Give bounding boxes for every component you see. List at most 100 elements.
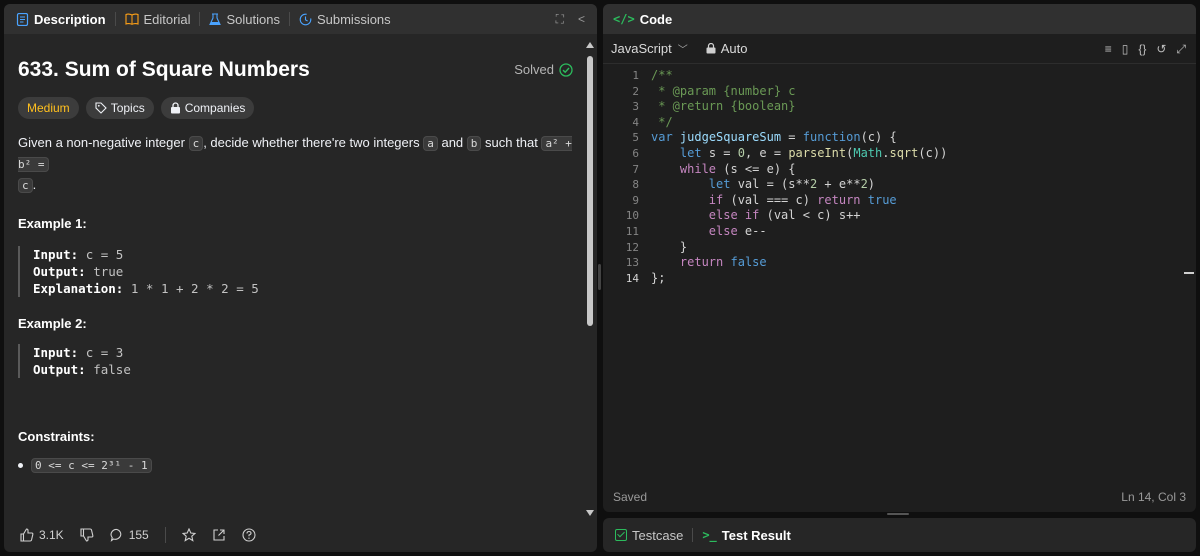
code-text: } [639,240,687,256]
scroll-up-arrow[interactable] [586,42,594,48]
line-number: 8 [632,178,639,192]
description-scrollbar[interactable] [586,40,594,518]
constraint-code: 0 <= c <= 2³¹ - 1 [31,458,152,473]
keyword: else [708,223,738,238]
example-1-block: Input: c = 5 Output: true Explanation: 1… [18,246,558,297]
panel-controls: ⛶ < [556,12,585,27]
code-line: 3 * @return {boolean} [603,99,1196,115]
keyword: var [651,130,673,145]
code-line: 7 while (s <= e) { [603,162,1196,178]
code-text: }; [651,270,666,285]
saved-status: Saved [613,490,648,504]
code-line: 14}; [603,271,1196,287]
scroll-thumb[interactable] [587,56,593,326]
code-text: if (val === c) return true [639,193,897,209]
tab-editorial[interactable]: Editorial [119,8,197,30]
tag-icon [95,102,107,114]
editor-scroll-indicator[interactable] [1184,272,1194,274]
code-text: let s = 0, e = parseInt(Math.sqrt(c)) [639,146,947,162]
help-button[interactable] [238,523,260,547]
topics-label: Topics [110,101,145,115]
companies-chip[interactable]: Companies [160,97,255,119]
code-text: * @param {number} c [639,84,795,100]
thumbs-up-icon [20,528,34,542]
type-name: Math [853,145,883,160]
code-line: 5 var judgeSquareSum = function(c) { [603,130,1196,146]
code-line: 6 let s = 0, e = parseInt(Math.sqrt(c)) [603,146,1196,162]
language-label: JavaScript [611,41,672,56]
document-icon [16,12,29,26]
test-panel-tabs: Testcase >_ Test Result [603,518,1196,552]
code-line: 10 else if (val < c) s++ [603,208,1196,224]
editor-actions: ≡ ▯ {} ↺ ⤢ [1105,42,1186,57]
collapse-left-icon[interactable]: < [578,12,585,27]
format-icon[interactable]: ≡ [1105,42,1112,57]
code-text: else if (val < c) s++ [639,208,861,224]
tab-description[interactable]: Description [10,8,112,30]
tab-divider [692,528,694,542]
question-icon [242,528,256,542]
desc-text: and [441,135,464,150]
tab-submissions[interactable]: Submissions [293,8,397,30]
inline-code: c [18,178,33,193]
scroll-down-arrow[interactable] [586,510,594,516]
bookmark-icon[interactable]: ▯ [1122,42,1129,57]
braces-icon[interactable]: {} [1138,42,1146,57]
problem-title: 633. Sum of Square Numbers [18,58,310,81]
line-number: 13 [625,256,639,270]
lock-icon [706,43,716,54]
auto-mode-toggle[interactable]: Auto [706,41,747,56]
inline-code: a [423,136,438,151]
tab-testcase[interactable]: Testcase [615,528,683,543]
panel-resize-handle[interactable] [598,264,601,290]
example-1-heading: Example 1: [18,216,87,231]
test-result-label: Test Result [721,527,791,543]
line-number: 9 [632,193,639,207]
function-name: parseInt [788,145,847,160]
code-panel-title: Code [639,11,673,27]
testcase-label: Testcase [632,527,684,543]
keyword: if [708,192,724,207]
code-editor[interactable]: 1 /** 2 * @param {number} c 3 * @return {… [603,68,1196,286]
check-circle-icon [559,62,573,77]
problem-tags: Medium Topics Companies [18,97,255,119]
number: 2 [860,177,868,192]
dislike-button[interactable] [76,523,98,547]
problem-description: Given a non-negative integer c, decide w… [18,133,573,196]
maximize-icon[interactable]: ⛶ [556,12,564,27]
vertical-resize-handle[interactable] [887,513,909,515]
problem-content: 633. Sum of Square Numbers Solved Medium… [18,34,573,522]
comments-button[interactable]: 155 [106,523,153,547]
favorite-button[interactable] [178,523,200,547]
keyword: let [708,177,731,192]
constraint-item: 0 <= c <= 2³¹ - 1 [18,458,152,473]
companies-label: Companies [184,101,246,115]
code-text: else e-- [639,224,767,240]
line-number: 10 [625,209,639,223]
boolean-literal: false [723,255,767,270]
tab-solutions[interactable]: Solutions [203,8,285,30]
input-label: Input: [33,345,79,360]
code-text: (s <= e) { [716,161,796,176]
language-select[interactable]: JavaScript ﹀ [611,41,688,56]
code-line: 12 } [603,240,1196,256]
inline-code: b [466,136,482,151]
code-text: }; [639,271,665,287]
code-text: /** [639,68,673,84]
tab-divider [288,12,290,26]
topics-chip[interactable]: Topics [85,97,154,119]
reset-icon[interactable]: ↺ [1156,42,1166,57]
footer-divider [164,527,166,543]
number: 0 [737,145,745,160]
comment: /** [651,68,673,82]
expand-icon[interactable]: ⤢ [1176,42,1186,57]
inline-code: c [188,136,204,151]
like-count: 3.1K [39,528,64,542]
output-label: Output: [33,264,86,279]
code-text: * @return {boolean} [639,99,795,115]
tab-test-result[interactable]: >_ Test Result [702,528,791,543]
like-button[interactable]: 3.1K [16,523,68,547]
line-number: 4 [632,115,639,129]
share-button[interactable] [208,523,230,547]
keyword: return [817,192,861,207]
